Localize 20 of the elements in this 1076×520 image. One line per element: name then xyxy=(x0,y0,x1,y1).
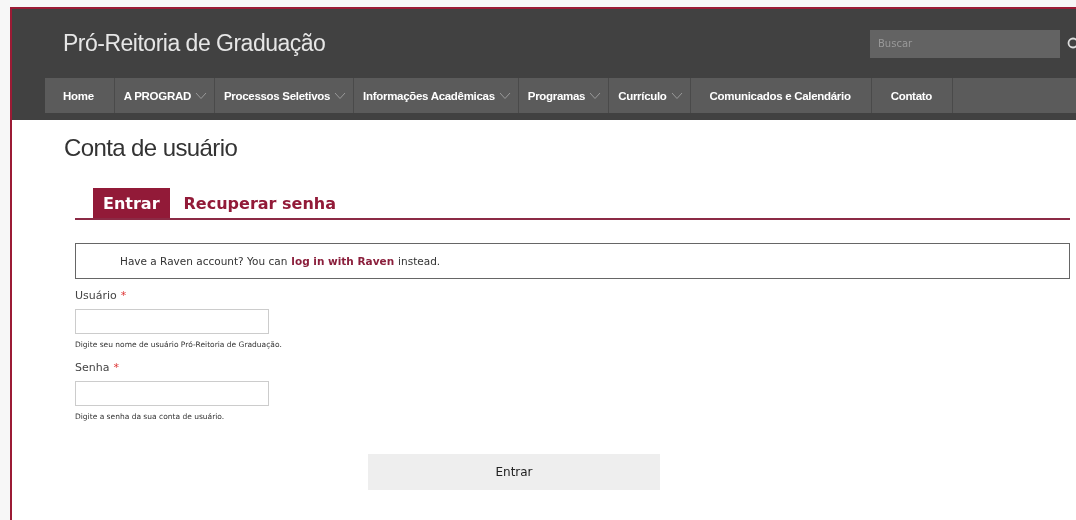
page-title: Conta de usuário xyxy=(64,134,239,163)
submit-button[interactable]: Entrar xyxy=(368,454,660,490)
raven-login-link[interactable]: log in with Raven xyxy=(291,255,395,267)
notice-text: Have a Raven account? You can xyxy=(120,255,288,267)
field-label: Usuário xyxy=(75,289,117,304)
tab[interactable]: Entrar xyxy=(93,188,170,218)
chevron-down-icon xyxy=(334,91,347,100)
input-field[interactable] xyxy=(75,381,269,406)
notice-text: instead. xyxy=(398,255,441,267)
search-icon[interactable] xyxy=(1066,36,1076,51)
chevron-down-icon xyxy=(589,91,602,100)
site-title[interactable]: Pró-Reitoria de Graduação xyxy=(63,30,870,57)
input-field[interactable] xyxy=(75,309,269,334)
tab[interactable]: Recuperar senha xyxy=(173,188,346,218)
required-mark: * xyxy=(120,289,127,304)
required-mark: * xyxy=(113,361,119,376)
chevron-down-icon xyxy=(498,91,511,100)
chevron-down-icon xyxy=(194,91,207,100)
field-label: Senha xyxy=(75,361,110,376)
chevron-down-icon xyxy=(670,91,683,100)
